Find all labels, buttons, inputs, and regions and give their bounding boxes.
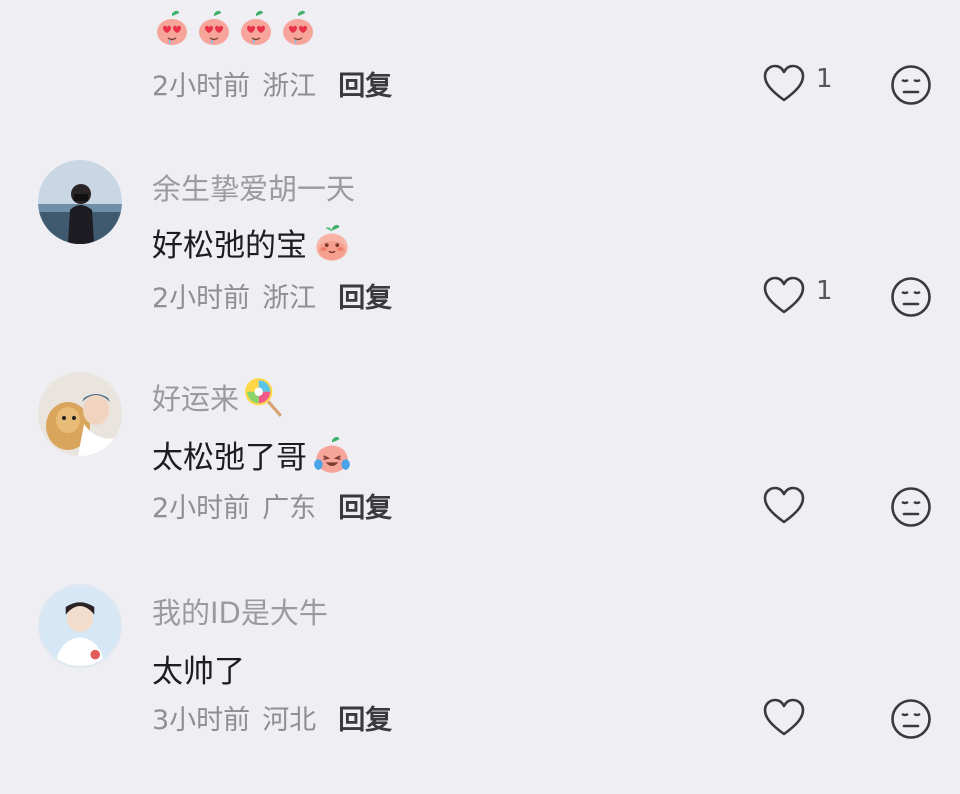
comment-text-content: 太松弛了哥 — [152, 440, 307, 476]
comment-location: 河北 — [262, 705, 317, 736]
like-count: 1 — [816, 64, 833, 94]
avatar[interactable] — [38, 160, 122, 244]
comment-time: 2小时前 — [152, 283, 251, 314]
neutral-face-icon[interactable] — [890, 486, 932, 528]
comment-location: 浙江 — [262, 283, 317, 314]
comment-meta: 2小时前 浙江 回复 — [152, 64, 392, 103]
comment-item: 2小时前 浙江 回复 1 — [0, 0, 960, 130]
peach-love-emoji — [194, 8, 234, 48]
avatar[interactable] — [38, 372, 122, 456]
comment-time: 2小时前 — [152, 71, 251, 102]
reply-button[interactable]: 回复 — [338, 64, 392, 103]
comment-item: 好运来 太松弛了哥 2小时前 广东 回复 — [0, 362, 960, 552]
comment-time: 2小时前 — [152, 493, 251, 524]
comment-time: 3小时前 — [152, 705, 251, 736]
peach-love-emoji — [236, 8, 276, 48]
comment-item: 余生挚爱胡一天 好松弛的宝 2小时前 浙江 回复 1 — [0, 150, 960, 340]
like-count: 1 — [816, 276, 833, 306]
heart-outline-icon[interactable] — [762, 64, 806, 104]
neutral-face-icon[interactable] — [890, 698, 932, 740]
peach-laugh-emoji — [311, 434, 353, 476]
neutral-face-icon[interactable] — [890, 64, 932, 106]
comment-location: 浙江 — [262, 71, 317, 102]
comment-meta: 2小时前 浙江 回复 — [152, 276, 392, 315]
avatar[interactable] — [38, 584, 122, 668]
comment-text-content: 太帅了 — [152, 654, 245, 690]
reply-button[interactable]: 回复 — [338, 276, 392, 315]
lollipop-emoji — [243, 376, 285, 418]
comment-meta: 2小时前 广东 回复 — [152, 486, 392, 525]
reply-button[interactable]: 回复 — [338, 486, 392, 525]
comment-text: 太松弛了哥 — [152, 432, 353, 477]
comment-text-content: 好松弛的宝 — [152, 228, 307, 264]
comment-text: 好松弛的宝 — [152, 220, 353, 265]
comment-username-wrap[interactable]: 好运来 — [152, 376, 285, 418]
comment-text: 太帅了 — [152, 646, 245, 691]
peach-love-emoji — [152, 8, 192, 48]
comment-meta: 3小时前 河北 回复 — [152, 698, 392, 737]
comment-location: 广东 — [262, 493, 317, 524]
comment-item: 我的ID是大牛 太帅了 3小时前 河北 回复 — [0, 574, 960, 764]
peach-love-emoji — [278, 8, 318, 48]
reply-button[interactable]: 回复 — [338, 698, 392, 737]
comment-username[interactable]: 我的ID是大牛 — [152, 590, 328, 632]
heart-outline-icon[interactable] — [762, 486, 806, 526]
peach-face-emoji — [311, 222, 353, 264]
comment-username[interactable]: 好运来 — [152, 376, 239, 418]
neutral-face-icon[interactable] — [890, 276, 932, 318]
heart-outline-icon[interactable] — [762, 698, 806, 738]
comment-username[interactable]: 余生挚爱胡一天 — [152, 166, 355, 208]
heart-outline-icon[interactable] — [762, 276, 806, 316]
